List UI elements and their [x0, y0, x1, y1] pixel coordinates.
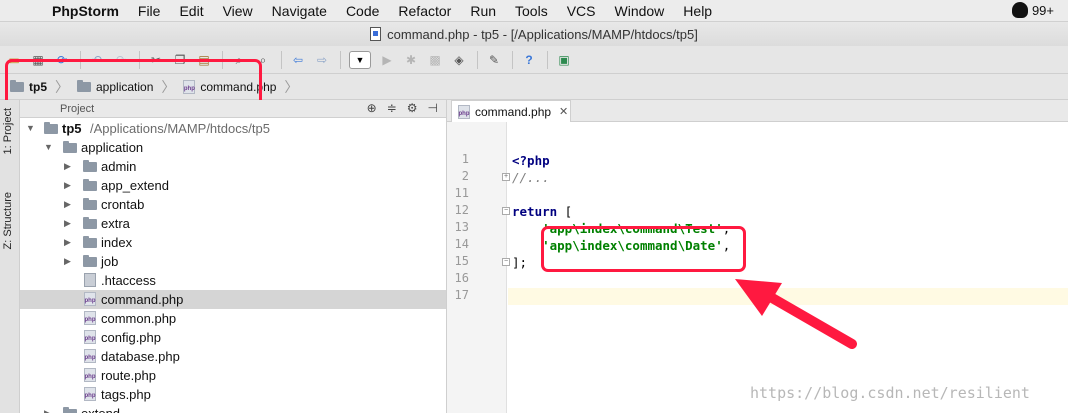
watermark: https://blog.csdn.net/resilient [750, 384, 1030, 402]
phpstorm-screenshot: PhpStorm File Edit View Navigate Code Re… [0, 0, 1068, 413]
annotation-arrow [735, 279, 857, 349]
